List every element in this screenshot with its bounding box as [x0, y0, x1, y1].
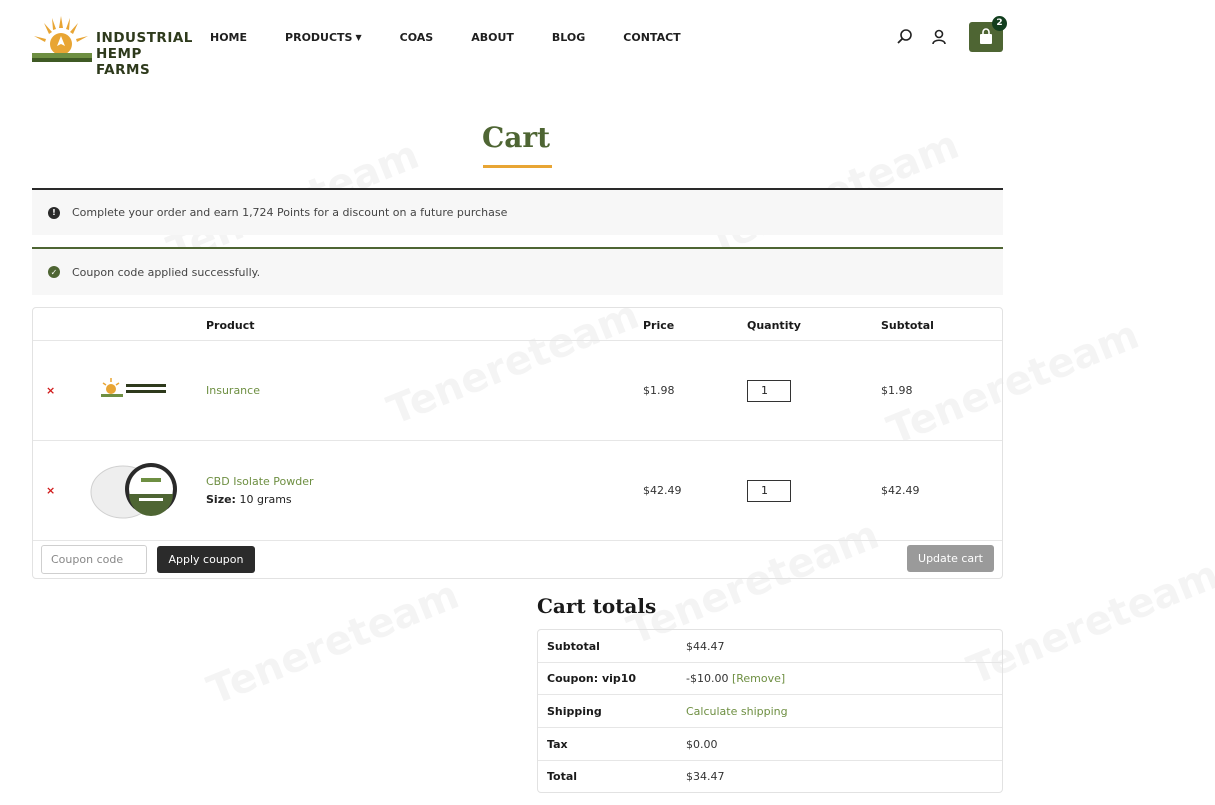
nav-about[interactable]: ABOUT — [471, 31, 514, 44]
watermark-text: Tenereteam — [201, 572, 465, 714]
points-notice-text: Complete your order and earn 1,724 Point… — [72, 206, 508, 219]
table-divider — [33, 340, 1002, 341]
subtotal-cell: $1.98 — [881, 384, 913, 397]
logo-line-2: HEMP FARMS — [96, 46, 151, 78]
cart-totals-table: Subtotal $44.47 Coupon: vip10 -$10.00 [R… — [537, 629, 1003, 793]
apply-coupon-button[interactable]: Apply coupon — [157, 546, 255, 573]
table-divider — [33, 540, 1002, 541]
remove-item-button[interactable]: × — [46, 484, 55, 497]
logo-line-1: INDUSTRIAL — [96, 30, 193, 46]
coupon-label: Coupon: vip10 — [547, 672, 637, 685]
subtotal-value: $44.47 — [686, 640, 725, 653]
nav-blog-label: BLOG — [551, 31, 586, 44]
search-icon[interactable] — [895, 27, 915, 47]
totals-row-shipping: Shipping Calculate shipping — [538, 695, 1002, 728]
product-thumbnail-cbd-powder[interactable] — [89, 460, 181, 520]
product-link-cbd-isolate-powder[interactable]: CBD Isolate Powder — [206, 475, 314, 488]
sun-logo-icon — [32, 16, 92, 62]
coupon-value-cell: -$10.00 [Remove] — [686, 672, 785, 685]
product-variation: Size: 10 grams — [206, 493, 292, 506]
th-subtotal: Subtotal — [881, 319, 934, 332]
th-quantity: Quantity — [747, 319, 801, 332]
info-icon: ! — [48, 206, 60, 219]
title-underline — [483, 165, 552, 168]
variation-label: Size: — [206, 493, 236, 506]
nav-blog[interactable]: BLOG — [552, 31, 585, 44]
user-icon[interactable] — [929, 27, 949, 47]
nav-coas-label: COAS — [399, 31, 434, 44]
nav-products[interactable]: PRODUCTS ▼ — [285, 31, 362, 44]
shipping-label: Shipping — [547, 705, 602, 718]
th-price: Price — [643, 319, 675, 332]
total-value: $34.47 — [686, 770, 725, 783]
caret-down-icon: ▼ — [355, 33, 362, 42]
cart-table: Product Price Quantity Subtotal × Insura… — [32, 307, 1003, 579]
nav-home-label: HOME — [210, 31, 248, 44]
totals-row-total: Total $34.47 — [538, 760, 1002, 793]
totals-row-subtotal: Subtotal $44.47 — [538, 630, 1002, 663]
product-thumbnail-insurance[interactable] — [99, 376, 171, 402]
coupon-code-input[interactable]: Coupon code — [41, 545, 147, 574]
update-cart-button[interactable]: Update cart — [907, 545, 994, 572]
nav-home[interactable]: HOME — [210, 31, 247, 44]
coupon-success-notice: ✓ Coupon code applied successfully. — [32, 247, 1003, 295]
logo-wordmark: INDUSTRIAL HEMP FARMS — [96, 30, 193, 78]
th-product: Product — [206, 319, 255, 332]
nav-coas[interactable]: COAS — [400, 31, 434, 44]
points-notice: ! Complete your order and earn 1,724 Poi… — [32, 188, 1003, 235]
product-link-insurance[interactable]: Insurance — [206, 384, 260, 397]
price-cell: $42.49 — [643, 484, 682, 497]
coupon-success-text: Coupon code applied successfully. — [72, 265, 261, 279]
totals-row-coupon: Coupon: vip10 -$10.00 [Remove] — [538, 662, 1002, 695]
quantity-input[interactable]: 1 — [747, 380, 791, 402]
nav-contact-label: CONTACT — [623, 31, 681, 44]
remove-coupon-link[interactable]: [Remove] — [732, 672, 785, 685]
price-cell: $1.98 — [643, 384, 675, 397]
nav-contact[interactable]: CONTACT — [623, 31, 680, 44]
table-divider — [33, 440, 1002, 441]
tax-value: $0.00 — [686, 738, 718, 751]
remove-item-button[interactable]: × — [46, 384, 55, 397]
calculate-shipping-link[interactable]: Calculate shipping — [686, 705, 788, 718]
tax-label: Tax — [547, 738, 568, 751]
variation-value: 10 grams — [239, 493, 292, 506]
totals-row-tax: Tax $0.00 — [538, 728, 1002, 761]
coupon-value: -$10.00 — [686, 672, 729, 685]
page-title: Cart — [481, 121, 551, 154]
total-label: Total — [547, 770, 578, 783]
subtotal-cell: $42.49 — [881, 484, 920, 497]
cart-totals-title: Cart totals — [537, 594, 657, 618]
main-nav: HOME PRODUCTS ▼ COAS ABOUT BLOG CONTACT — [210, 31, 719, 44]
check-circle-icon: ✓ — [48, 266, 60, 278]
site-header: INDUSTRIAL HEMP FARMS HOME PRODUCTS ▼ COA… — [0, 0, 1215, 80]
cart-count-badge: 2 — [992, 16, 1007, 31]
site-logo[interactable]: INDUSTRIAL HEMP FARMS — [32, 14, 192, 78]
subtotal-label: Subtotal — [547, 640, 600, 653]
quantity-input[interactable]: 1 — [747, 480, 791, 502]
nav-products-label: PRODUCTS — [285, 31, 353, 44]
nav-about-label: ABOUT — [471, 31, 514, 44]
